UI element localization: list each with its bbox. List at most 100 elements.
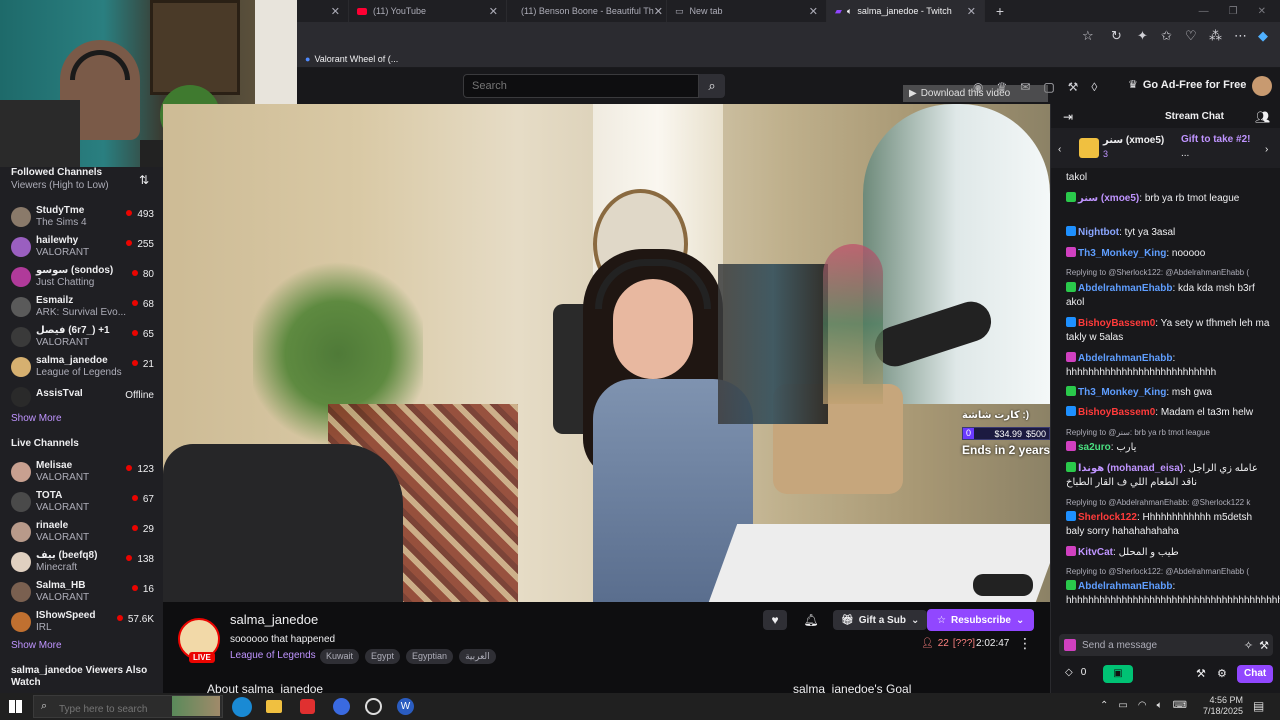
sort-icon[interactable]: ⇅ [139,173,149,187]
followed-channel[interactable]: فيصل (6r7_) +1 VALORANT 65 [0,323,163,353]
favorites-icon[interactable]: ✩ [1161,28,1172,44]
edge-icon[interactable] [232,697,252,717]
live-channel[interactable]: بيف (beefq8) Minecraft 138 [0,548,163,578]
search-button[interactable]: ⌕ [699,74,725,98]
download-video-overlay[interactable]: ▶ Download this video [903,85,1048,102]
bits-icon[interactable]: ⚒ [1259,639,1273,652]
chat-username[interactable]: Sherlock122 [1078,512,1137,523]
stream-category[interactable]: League of Legends [230,650,316,661]
gem-icon[interactable]: ◊ [1091,80,1097,94]
chat-username[interactable]: سنر (xmoe5) [1078,193,1139,204]
windows-start-icon[interactable] [9,700,22,713]
followed-channel[interactable]: Esmailz ARK: Survival Evo... 68 [0,293,163,323]
chat-username[interactable]: AbdelrahmanEhabb [1078,353,1172,364]
chat-username[interactable]: BishoyBassem0 [1078,318,1155,329]
followed-channel[interactable]: salma_janedoe League of Legends 21 [0,353,163,383]
resubscribe-button[interactable]: ☆ Resubscribe ⌄ [927,609,1035,631]
word-icon[interactable]: W [397,698,414,715]
close-icon[interactable]: ✕ [654,5,663,18]
chrome-icon[interactable] [365,698,382,715]
new-tab-button[interactable]: + [985,3,1015,19]
claim-bonus-button[interactable]: ▣ [1103,665,1133,683]
users-icon[interactable]: 👥︎ [1255,110,1270,124]
tag-egyptian[interactable]: Egyptian [406,649,454,664]
close-icon[interactable]: ✕ [489,5,498,18]
more-options-icon[interactable]: ⋮ [1018,635,1032,652]
volume-icon[interactable]: 🔈︎ [1157,700,1163,711]
chat-reply-context[interactable]: Replying to @Sherlock122: @AbdelrahmanEh… [1066,268,1271,277]
channel-points[interactable]: ◇ 0 [1065,667,1086,678]
minimize-icon[interactable]: — [1199,6,1209,17]
browser-tab-active[interactable]: ▰ 🔈︎ salma_janedoe - Twitch ✕ [827,0,985,22]
network-icon[interactable]: ▭ [1118,700,1127,711]
chat-username[interactable]: AbdelrahmanEhabb [1078,283,1172,294]
chat-reply-context[interactable]: Replying to @Sherlock122: @AbdelrahmanEh… [1066,567,1271,576]
clock-time[interactable]: 4:56 PM [1203,695,1243,705]
copilot-icon[interactable]: ◆ [1258,28,1268,44]
browser-tab[interactable]: ▭ New tab ✕ [667,0,827,22]
chat-reply-context[interactable]: Replying to @AbdelrahmanEhabb: @Sherlock… [1066,498,1271,507]
browser-tab[interactable]: (11) YouTube ✕ [349,0,507,22]
tag-kuwait[interactable]: Kuwait [320,649,360,664]
translate-icon[interactable]: ⁂ [1209,28,1222,44]
chat-input[interactable]: Send a message ✧ ⚒ [1059,634,1273,656]
live-channel[interactable]: TOTA VALORANT 67 [0,488,163,518]
browser-icon[interactable] [333,698,350,715]
hype-icon[interactable]: ⚒ [1196,667,1206,680]
tag-egypt[interactable]: Egypt [365,649,401,664]
notifications-button[interactable]: 🔔︎ [799,610,823,630]
followed-channel-offline[interactable]: AssisTvaI Offline [0,383,163,413]
close-window-icon[interactable]: ✕ [1258,6,1266,17]
address-bar[interactable] [297,22,1280,50]
extension-icon[interactable]: ✦ [1137,28,1148,44]
maximize-icon[interactable]: ❐ [1229,6,1238,17]
live-channel[interactable]: rinaele VALORANT 29 [0,518,163,548]
user-avatar[interactable] [1252,76,1272,96]
show-more-link[interactable]: Show More [11,413,62,424]
channel-name[interactable]: salma_janedoe [230,612,318,627]
chat-reply-context[interactable]: Replying to @سنر: brb ya rb tmot league [1066,428,1271,437]
chat-send-button[interactable]: Chat [1237,665,1274,683]
chevron-left-icon[interactable]: ‹ [1058,144,1061,155]
chat-username[interactable]: BishoyBassem0 [1078,407,1155,418]
close-icon[interactable]: ✕ [809,5,818,18]
refresh-icon[interactable]: ↻ [1111,28,1122,44]
gift-sub-button[interactable]: 🎁︎ Gift a Sub ⌄ [833,610,928,630]
app-icon[interactable] [300,699,315,714]
chat-username[interactable]: Nightbot [1078,227,1119,238]
close-icon[interactable]: ✕ [967,5,976,18]
speaker-icon[interactable]: 🔈︎ [847,6,852,17]
video-player[interactable] [163,104,1050,602]
browser-tab[interactable]: ✕ [297,0,349,22]
follow-heart-button[interactable]: ♥ [763,610,787,630]
chat-username[interactable]: Th3_Monkey_King [1078,387,1166,398]
browser-tab[interactable]: (11) Benson Boone - Beautiful Th ✕ [507,0,667,22]
wifi-icon[interactable]: ◠ [1138,700,1147,711]
live-channel[interactable]: IShowSpeed IRL 57.6K [0,608,163,638]
live-channel[interactable]: Salma_HB VALORANT 16 [0,578,163,608]
chat-username[interactable]: sa2uro [1078,442,1111,453]
emote-icon[interactable]: ✧ [1244,639,1253,652]
chat-username[interactable]: Th3_Monkey_King [1078,248,1166,259]
bookmark-item[interactable]: Valorant Wheel of (... [314,54,398,64]
clock-date[interactable]: 7/18/2025 [1198,706,1243,716]
followed-channel[interactable]: StudyTme The Sims 4 493 [0,203,163,233]
live-channel[interactable]: Melisae VALORANT 123 [0,458,163,488]
language-icon[interactable]: ⌨ [1173,700,1187,711]
chat-username[interactable]: KitvCat [1078,547,1113,558]
close-icon[interactable]: ✕ [331,5,340,18]
more-icon[interactable]: ⋯ [1234,28,1247,44]
favorite-star-icon[interactable]: ☆ [1082,28,1094,44]
search-input[interactable] [463,74,699,98]
chat-username[interactable]: AbdelrahmanEhabb [1078,581,1172,592]
tag-arabic[interactable]: العربية [459,649,496,664]
file-explorer-icon[interactable] [266,700,282,713]
heart-icon[interactable]: ♡ [1185,28,1197,44]
chevron-right-icon[interactable]: › [1265,144,1268,155]
settings-icon[interactable]: ⚙ [1217,667,1227,680]
show-more-link[interactable]: Show More [11,640,62,651]
collapse-chat-icon[interactable]: ⇥ [1063,110,1073,124]
followed-channel[interactable]: سوسو (sondos) Just Chatting 80 [0,263,163,293]
notification-icon[interactable]: ▤ [1253,699,1264,713]
chevron-up-icon[interactable]: ⌃ [1100,700,1108,711]
